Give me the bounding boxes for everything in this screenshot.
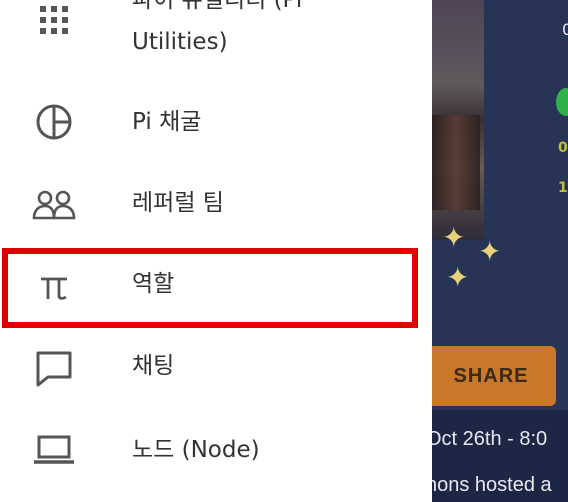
menu-item-pi-mining[interactable]: Pi 채굴 — [0, 82, 432, 162]
menu-item-label: Utilities) — [132, 29, 228, 55]
chat-bubble-icon — [30, 344, 78, 392]
background-photo-figure — [432, 115, 480, 210]
menu-item-pi-utilities[interactable]: 파이 유틸리티 (Pi Utilities) — [0, 0, 432, 70]
people-icon — [30, 181, 78, 229]
highlight-box — [2, 248, 418, 328]
pie-chart-icon — [30, 98, 78, 146]
menu-item-label: 노드 (Node) — [132, 437, 260, 463]
laptop-icon — [30, 426, 78, 474]
sparkle-icon: ✦ — [442, 221, 466, 254]
grid-icon — [30, 0, 78, 44]
menu-item-referral-team[interactable]: 레퍼럴 팀 — [0, 165, 432, 245]
sparkle-icon: ✦ — [446, 261, 470, 294]
background-app-content: 0 0 1 ✦ ✦ ✦ SHARE Oct 26th - 8:0 hons ho… — [432, 0, 568, 502]
navigation-drawer: 파이 유틸리티 (Pi Utilities) Pi 채굴 레퍼럴 팀 역할 채팅… — [0, 0, 432, 502]
edge-text-mid2: 1 — [558, 180, 568, 196]
event-hosted-text: hons hosted a — [432, 474, 552, 496]
edge-text-top: 0 — [562, 20, 568, 39]
menu-item-label: 파이 유틸리티 (Pi — [132, 0, 303, 13]
share-button[interactable]: SHARE — [432, 346, 556, 406]
sparkle-icon: ✦ — [478, 235, 502, 268]
menu-item-label: 레퍼럴 팀 — [132, 190, 224, 216]
menu-item-chat[interactable]: 채팅 — [0, 328, 432, 408]
menu-item-label: 채팅 — [132, 353, 175, 379]
menu-item-label: Pi 채굴 — [132, 109, 202, 135]
event-date-text: Oct 26th - 8:0 — [432, 428, 548, 450]
green-indicator — [556, 88, 568, 116]
edge-text-mid1: 0 — [558, 140, 568, 156]
menu-item-node[interactable]: 노드 (Node) — [0, 410, 432, 490]
